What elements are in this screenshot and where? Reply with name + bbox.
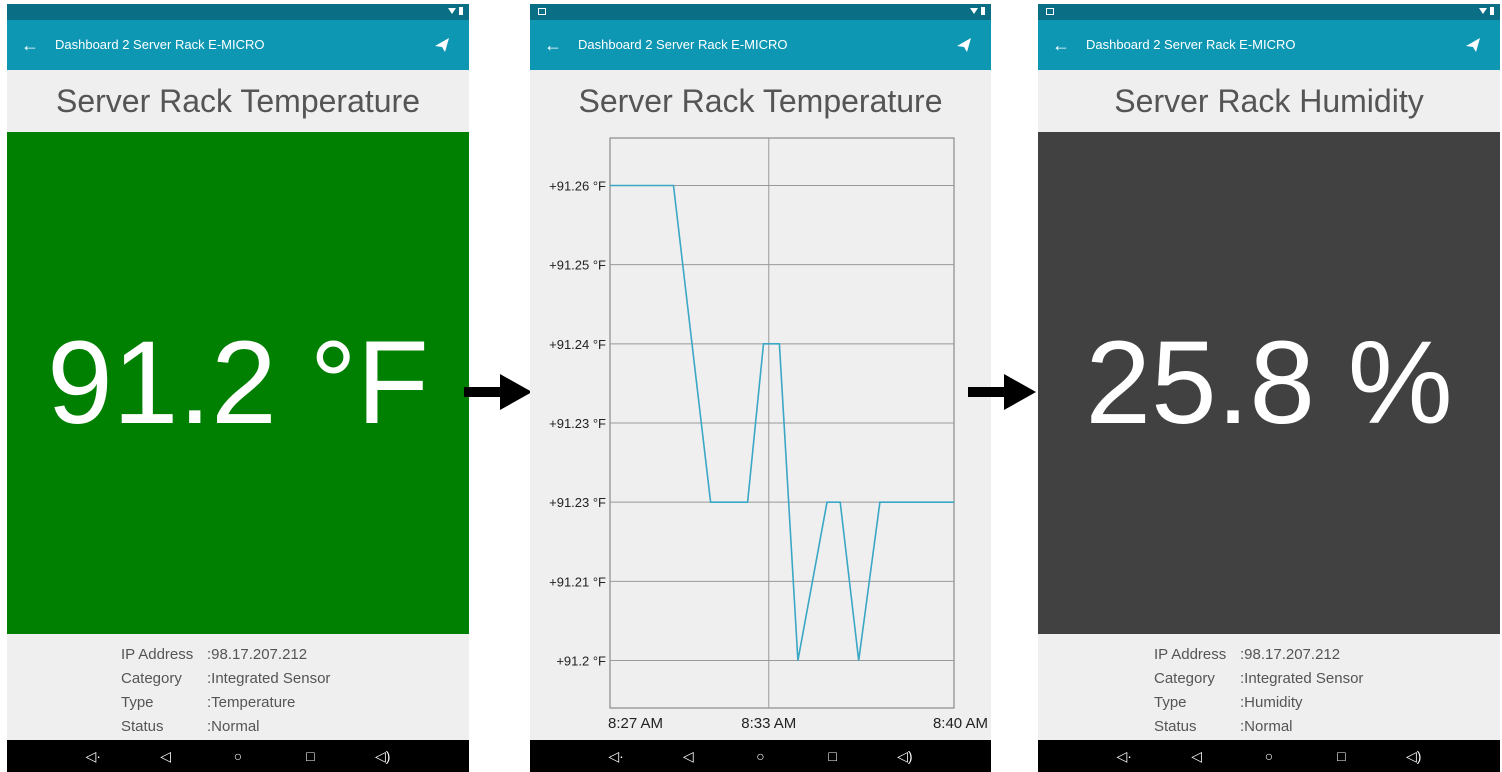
arrow-left-icon[interactable]: ←: [21, 33, 39, 57]
recents-square-icon[interactable]: □: [300, 748, 320, 764]
wifi-icon: [970, 8, 978, 14]
app-bar-title: Dashboard 2 Server Rack E-MICRO: [578, 37, 788, 52]
ip-label: IP Address: [121, 646, 194, 663]
temperature-chart-screen: ← Dashboard 2 Server Rack E-MICRO Server…: [530, 4, 991, 772]
volume-down-icon[interactable]: ◁·: [606, 748, 626, 765]
category-label: Category: [1154, 670, 1215, 687]
send-icon[interactable]: [1464, 36, 1482, 54]
home-circle-icon[interactable]: ○: [228, 748, 248, 764]
type-value: :Temperature: [207, 694, 296, 711]
app-bar: ← Dashboard 2 Server Rack E-MICRO: [1038, 20, 1500, 70]
send-icon[interactable]: [433, 36, 451, 54]
ip-label: IP Address: [1154, 646, 1227, 663]
humidity-value: 25.8 %: [1085, 317, 1453, 449]
type-label: Type: [121, 694, 154, 711]
y-tick-label: +91.24 °F: [549, 337, 606, 352]
status-label: Status: [121, 718, 164, 735]
send-icon[interactable]: [955, 36, 973, 54]
temperature-value: 91.2 °F: [47, 317, 429, 449]
nav-bar: ◁· ◁ ○ □ ◁): [7, 740, 469, 772]
page-title: Server Rack Temperature: [578, 83, 943, 119]
humidity-tile-screen: ← Dashboard 2 Server Rack E-MICRO Server…: [1038, 4, 1500, 772]
recents-square-icon[interactable]: □: [823, 748, 843, 764]
right-arrow-icon: [464, 374, 532, 410]
type-label: Type: [1154, 694, 1187, 711]
temperature-tile-screen: ← Dashboard 2 Server Rack E-MICRO Server…: [7, 4, 469, 772]
volume-up-icon[interactable]: ◁): [895, 748, 915, 765]
status-bar: [1038, 4, 1500, 20]
y-tick-label: +91.23 °F: [549, 495, 606, 510]
y-tick-label: +91.26 °F: [549, 179, 606, 194]
page-title: Server Rack Humidity: [1114, 83, 1424, 119]
volume-up-icon[interactable]: ◁): [1404, 748, 1424, 765]
status-bar: [530, 4, 991, 20]
battery-icon: [1490, 7, 1494, 15]
y-tick-label: +91.25 °F: [549, 258, 606, 273]
back-triangle-icon[interactable]: ◁: [678, 748, 698, 765]
nav-bar: ◁· ◁ ○ □ ◁): [1038, 740, 1500, 772]
recents-square-icon[interactable]: □: [1331, 748, 1351, 764]
app-bar-title: Dashboard 2 Server Rack E-MICRO: [1086, 37, 1296, 52]
category-value: :Integrated Sensor: [1240, 670, 1364, 687]
nav-bar: ◁· ◁ ○ □ ◁): [530, 740, 991, 772]
volume-up-icon[interactable]: ◁): [373, 748, 393, 765]
ip-value: :98.17.207.212: [207, 646, 308, 663]
battery-icon: [459, 7, 463, 15]
category-label: Category: [121, 670, 182, 687]
home-circle-icon[interactable]: ○: [750, 748, 770, 764]
wifi-icon: [448, 8, 456, 14]
status-value: :Normal: [207, 718, 260, 735]
status-label: Status: [1154, 718, 1197, 735]
home-circle-icon[interactable]: ○: [1259, 748, 1279, 764]
notification-icon: [1046, 8, 1054, 15]
x-tick-label: 8:33 AM: [741, 715, 796, 732]
volume-down-icon[interactable]: ◁·: [1114, 748, 1134, 765]
category-value: :Integrated Sensor: [207, 670, 331, 687]
right-arrow-icon: [968, 374, 1036, 410]
y-tick-label: +91.2 °F: [556, 654, 606, 669]
arrow-left-icon[interactable]: ←: [1052, 33, 1070, 57]
status-value: :Normal: [1240, 718, 1293, 735]
ip-value: :98.17.207.212: [1240, 646, 1341, 663]
app-bar-title: Dashboard 2 Server Rack E-MICRO: [55, 37, 265, 52]
back-triangle-icon[interactable]: ◁: [1187, 748, 1207, 765]
humidity-value-tile[interactable]: 25.8 %: [1038, 132, 1500, 634]
back-triangle-icon[interactable]: ◁: [156, 748, 176, 765]
temperature-line-chart[interactable]: +91.26 °F +91.25 °F +91.24 °F +91.23 °F +91.…: [530, 132, 991, 740]
type-value: :Humidity: [1240, 694, 1303, 711]
y-tick-label: +91.23 °F: [549, 416, 606, 431]
arrow-left-icon[interactable]: ←: [544, 33, 562, 57]
app-bar: ← Dashboard 2 Server Rack E-MICRO: [7, 20, 469, 70]
x-tick-label: 8:40 AM: [933, 715, 988, 732]
battery-icon: [981, 7, 985, 15]
y-tick-label: +91.21 °F: [549, 574, 606, 589]
status-bar: [7, 4, 469, 20]
volume-down-icon[interactable]: ◁·: [83, 748, 103, 765]
temperature-value-tile[interactable]: 91.2 °F: [7, 132, 469, 634]
app-bar: ← Dashboard 2 Server Rack E-MICRO: [530, 20, 991, 70]
notification-icon: [538, 8, 546, 15]
page-title: Server Rack Temperature: [56, 83, 420, 119]
wifi-icon: [1479, 8, 1487, 14]
x-tick-label: 8:27 AM: [608, 715, 663, 732]
